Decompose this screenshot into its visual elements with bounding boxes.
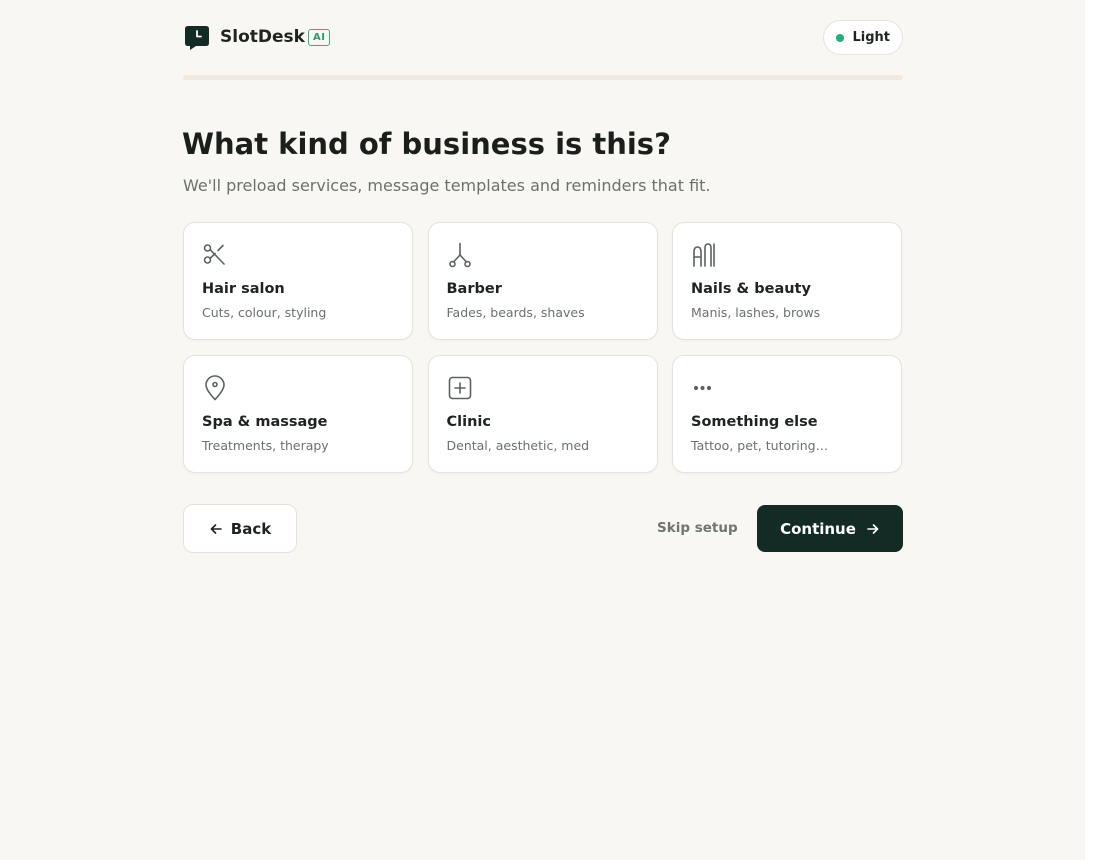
card-title: Spa & massage <box>202 414 328 430</box>
card-description: Dental, aesthetic, med <box>446 438 590 453</box>
back-button[interactable]: Back <box>183 504 297 553</box>
card-description: Fades, beards, shaves <box>446 305 585 320</box>
card-description: Manis, lashes, brows <box>691 305 821 320</box>
header: SlotDesk AI Light <box>183 20 903 56</box>
card-title: Clinic <box>446 414 491 430</box>
arrow-left-icon <box>210 523 222 534</box>
ai-badge: AI <box>308 29 331 46</box>
chat-bubble-clock-icon <box>185 26 209 50</box>
card-title: Hair salon <box>202 281 285 297</box>
business-card-spa-massage[interactable]: Spa & massage Treatments, therapy <box>183 355 413 473</box>
status-dot-icon <box>836 33 845 42</box>
theme-toggle-button[interactable]: Light <box>823 20 903 55</box>
card-description: Treatments, therapy <box>202 438 329 453</box>
card-title: Nails & beauty <box>691 281 811 297</box>
card-description: Tattoo, pet, tutoring… <box>691 438 829 453</box>
business-card-barber[interactable]: Barber Fades, beards, shaves <box>427 222 658 340</box>
card-description: Cuts, colour, styling <box>202 305 327 320</box>
barber-scissors-icon <box>448 242 471 268</box>
back-button-label: Back <box>230 519 272 538</box>
business-card-clinic[interactable]: Clinic Dental, aesthetic, med <box>427 355 658 473</box>
brand-name: SlotDesk <box>220 27 305 47</box>
business-card-nails-beauty[interactable]: Nails & beauty Manis, lashes, brows <box>672 222 902 340</box>
onboarding-page: SlotDesk AI Light What kind of business … <box>0 0 1085 860</box>
location-pin-icon <box>205 375 225 401</box>
card-title: Barber <box>446 281 502 297</box>
page-subtitle: We'll preload services, message template… <box>183 176 711 195</box>
page-title: What kind of business is this? <box>182 127 671 161</box>
continue-button-label: Continue <box>780 519 856 538</box>
arrow-right-icon <box>867 523 879 534</box>
plus-square-icon <box>448 376 471 400</box>
skip-setup-link[interactable]: Skip setup <box>657 519 738 537</box>
theme-toggle-label: Light <box>852 30 890 45</box>
continue-button[interactable]: Continue <box>757 505 903 552</box>
scissors-icon <box>203 244 225 265</box>
business-card-hair-salon[interactable]: Hair salon Cuts, colour, styling <box>183 222 413 340</box>
business-card-something-else[interactable]: Something else Tattoo, pet, tutoring… <box>672 355 902 473</box>
business-type-grid: Hair salon Cuts, colour, styling Barber … <box>183 222 903 473</box>
onboarding-progress-bar <box>183 75 903 80</box>
card-title: Something else <box>691 414 818 430</box>
more-dots-icon <box>693 385 712 391</box>
nails-icon <box>693 243 715 267</box>
